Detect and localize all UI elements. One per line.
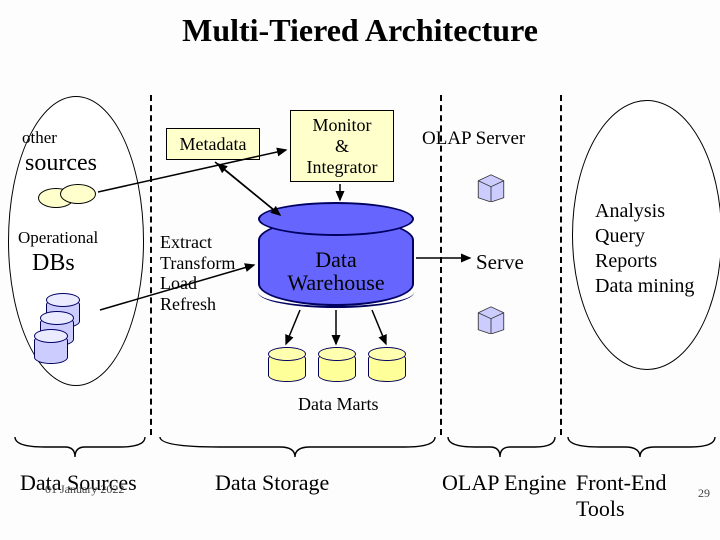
data-mart-icon	[268, 352, 306, 382]
brace-row	[0, 432, 720, 462]
operational-label: Operational	[18, 228, 98, 248]
monitor-line3: Integrator	[307, 157, 378, 178]
tier-divider	[150, 95, 152, 435]
data-warehouse-cylinder: Data Warehouse	[258, 218, 414, 306]
etl-transform: Transform	[160, 253, 235, 274]
datamining-label: Data mining	[595, 275, 694, 298]
page-title: Multi-Tiered Architecture	[0, 12, 720, 49]
metadata-box: Metadata	[166, 128, 260, 160]
etl-load: Load	[160, 273, 235, 294]
tier-data-storage: Data Storage	[215, 470, 329, 496]
footer-page-number: 29	[698, 486, 710, 501]
query-label: Query	[595, 225, 645, 248]
tier-olap-engine: OLAP Engine	[442, 470, 566, 496]
etl-extract: Extract	[160, 232, 235, 253]
olap-cube-icon	[474, 168, 508, 202]
sources-label: sources	[25, 150, 97, 178]
metadata-label: Metadata	[180, 134, 247, 155]
olap-cube-icon	[474, 300, 508, 334]
data-mart-icon	[318, 352, 356, 382]
data-mart-icon	[368, 352, 406, 382]
source-icon	[60, 184, 96, 204]
etl-label: Extract Transform Load Refresh	[160, 232, 235, 315]
dw-line1: Data	[260, 248, 412, 271]
db-icon	[34, 334, 68, 364]
monitor-integrator-box: Monitor & Integrator	[290, 110, 394, 182]
other-sources-label: other	[22, 128, 57, 148]
monitor-line1: Monitor	[312, 115, 371, 136]
olap-server-label: OLAP Server	[422, 128, 525, 150]
reports-label: Reports	[595, 250, 657, 273]
data-marts-label: Data Marts	[298, 394, 378, 415]
footer-date: 01 January 2022	[45, 482, 124, 497]
serve-label: Serve	[476, 250, 524, 274]
dw-line2: Warehouse	[260, 271, 412, 294]
dbs-label: DBs	[32, 250, 75, 278]
analysis-label: Analysis	[595, 200, 665, 223]
monitor-line2: &	[335, 136, 349, 157]
tier-divider	[560, 95, 562, 435]
etl-refresh: Refresh	[160, 294, 235, 315]
